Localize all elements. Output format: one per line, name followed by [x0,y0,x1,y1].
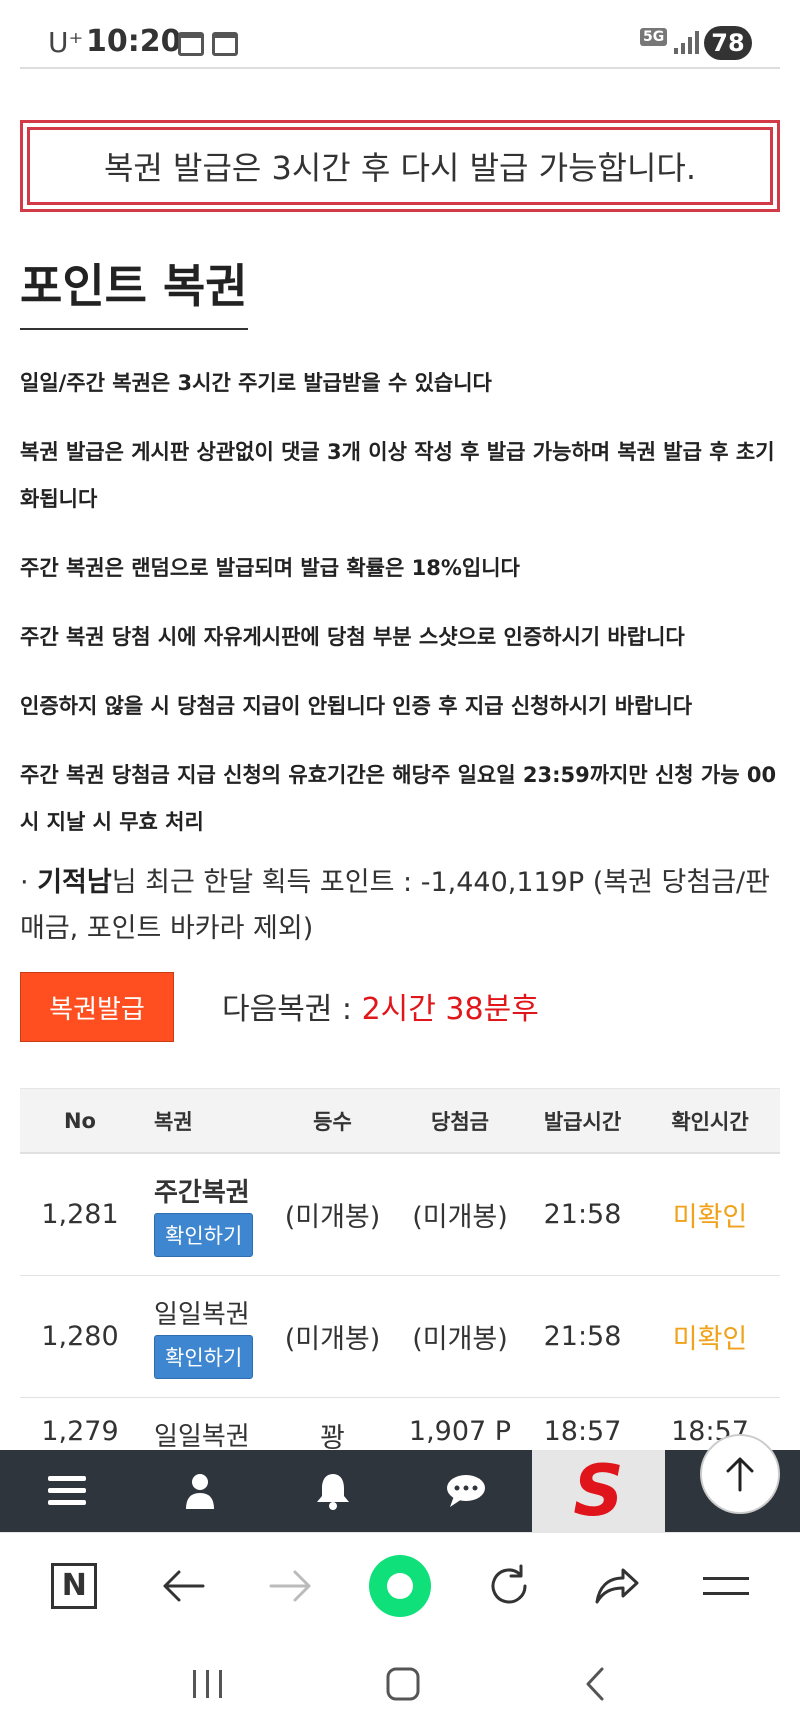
row-no: 1,281 [41,1199,119,1230]
row-no: 1,279 [41,1416,119,1447]
arrow-up-icon [726,1457,754,1492]
status-bar: U⁺ 10:20 5G 78 [0,0,800,69]
ticket-table: No 복권 등수 당첨금 발급시간 확인시간 1,281 주간복권 확인하기 (… [20,1088,780,1478]
profile-button[interactable] [133,1450,266,1532]
header-prize: 당첨금 [431,1109,489,1134]
browser-menu-button[interactable] [691,1551,761,1621]
home-square-icon [386,1667,420,1701]
battery-indicator: 78 [704,26,752,60]
logo-mark: S [573,1450,624,1532]
signal-icon [674,31,699,54]
row-ticket: 주간복권 확인하기 [140,1172,270,1257]
ticket-type: 일일복권 [154,1422,250,1452]
reload-button[interactable] [474,1551,544,1621]
share-button[interactable] [582,1551,652,1621]
row-rank: (미개봉) [284,1324,381,1355]
chat-bubble-icon [446,1475,485,1507]
row-issued: 18:57 [543,1416,622,1447]
arrow-right-icon [269,1570,311,1601]
alert-message: 복권 발급은 3시간 후 다시 발급 가능합니다. [27,127,773,205]
row-ticket: 일일복권 [140,1416,270,1453]
calendar-icon [178,32,204,56]
notice-item: 인증하지 않을 시 당첨금 지급이 안됩니다 인증 후 지급 신청하시기 바랍니… [20,694,693,718]
site-logo[interactable]: S [532,1450,665,1532]
row-ticket: 일일복권 확인하기 [140,1294,270,1379]
next-ticket-value: 2시간 38분후 [361,992,539,1027]
row-checked: 미확인 [672,1202,748,1233]
check-ticket-button[interactable]: 확인하기 [154,1213,254,1257]
monthly-points-summary: · 기적남님 최근 한달 획득 포인트 : -1,440,119P (복권 당첨… [20,860,785,952]
chat-button[interactable] [399,1450,532,1532]
header-issued: 발급시간 [543,1109,622,1134]
naver-home-button[interactable]: N [39,1551,109,1621]
header-ticket: 복권 [154,1109,193,1134]
share-arrow-icon [595,1568,639,1603]
system-nav-bar [0,1638,800,1734]
table-header: No 복권 등수 당첨금 발급시간 확인시간 [20,1088,780,1154]
browser-toolbar: N [0,1532,800,1638]
row-prize: (미개봉) [412,1324,508,1355]
table-row: 1,280 일일복권 확인하기 (미개봉) (미개봉) 21:58 미확인 [20,1276,780,1398]
menu-lines-icon [702,1576,749,1595]
username: 기적남 [37,867,112,898]
carrier-label: U⁺ [48,26,84,59]
calendar-icon [212,32,238,56]
row-issued: 21:58 [543,1321,622,1352]
check-ticket-button[interactable]: 확인하기 [154,1335,254,1379]
menu-button[interactable] [0,1450,133,1532]
recent-apps-button[interactable] [190,1669,226,1703]
header-rank: 등수 [313,1109,352,1134]
row-no: 1,280 [41,1321,119,1352]
back-button[interactable] [148,1551,218,1621]
header-no: No [63,1108,96,1133]
header-checked: 확인시간 [671,1109,749,1134]
reload-icon [491,1564,527,1603]
page-title: 포인트 복권 [20,250,248,330]
hamburger-icon [47,1476,86,1505]
green-dot-icon [368,1554,431,1617]
ticket-type: 주간복권 [154,1178,250,1208]
scroll-to-top-button[interactable] [700,1434,780,1514]
clock: 10:20 [86,24,182,59]
chevron-left-icon [586,1667,604,1701]
row-checked: 미확인 [672,1324,748,1355]
row-prize: 1,907 P [408,1416,512,1447]
table-row: 1,281 주간복권 확인하기 (미개봉) (미개봉) 21:58 미확인 [20,1154,780,1276]
forward-button[interactable] [256,1551,326,1621]
issue-ticket-button[interactable]: 복권발급 [20,972,174,1042]
system-back-button[interactable] [580,1666,610,1706]
row-prize: (미개봉) [412,1202,508,1233]
next-ticket-label: 다음복권 : [222,992,362,1027]
user-icon [185,1474,214,1509]
row-issued: 21:58 [543,1199,622,1230]
bullet: · [20,867,29,898]
notice-item: 복권 발급은 게시판 상관없이 댓글 3개 이상 작성 후 발급 가능하며 복권… [20,440,775,511]
notice-list: 일일/주간 복권은 3시간 주기로 발급받을 수 있습니다 복권 발급은 게시판… [20,360,780,868]
green-dot-button[interactable] [365,1551,435,1621]
home-button[interactable] [385,1666,421,1706]
notice-item: 주간 복권 당첨금 지급 신청의 유효기간은 해당주 일요일 23:59까지만 … [20,763,777,834]
issue-limit-alert: 복권 발급은 3시간 후 다시 발급 가능합니다. [20,120,780,212]
next-ticket-timer: 다음복권 : 2시간 38분후 [222,984,539,1028]
arrow-left-icon [163,1570,205,1601]
notice-item: 주간 복권은 랜덤으로 발급되며 발급 확률은 18%입니다 [20,556,520,580]
notifications-button[interactable] [266,1450,399,1532]
ticket-type: 일일복권 [154,1300,250,1330]
points-text: 님 최근 한달 획득 포인트 : -1,440,119P (복권 당첨금/판매금… [20,867,770,944]
status-divider [20,67,780,69]
notice-item: 주간 복권 당첨 시에 자유게시판에 당첨 부분 스샷으로 인증하시기 바랍니다 [20,625,685,649]
site-bottom-nav: S [0,1450,800,1532]
network-type: 5G [640,28,668,46]
recent-apps-icon [192,1670,222,1698]
naver-n-icon: N [51,1562,98,1609]
notice-item: 일일/주간 복권은 3시간 주기로 발급받을 수 있습니다 [20,371,492,395]
row-rank: (미개봉) [284,1202,381,1233]
bell-icon [316,1474,349,1510]
